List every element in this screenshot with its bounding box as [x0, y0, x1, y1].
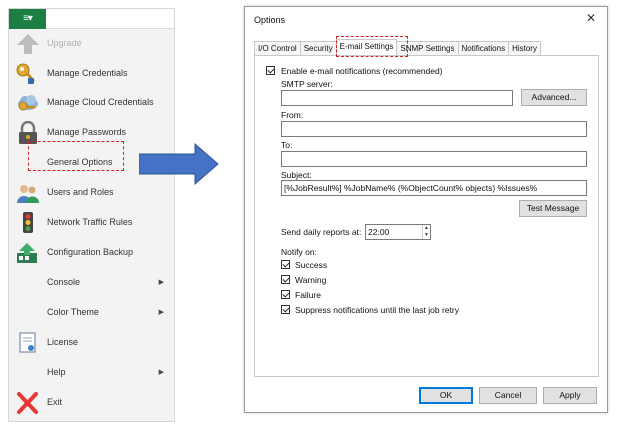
advanced-button[interactable]: Advanced...: [521, 89, 587, 106]
menu-item-license[interactable]: License: [9, 330, 174, 356]
general-options-highlight: [28, 141, 124, 171]
menu-item-label: Manage Passwords: [47, 127, 127, 137]
traffic-light-icon: [23, 212, 33, 233]
config-backup-icon: [17, 243, 37, 263]
key-icon: [16, 63, 35, 84]
exit-x-icon: [17, 392, 38, 414]
menu-item-network-traffic-rules[interactable]: Network Traffic Rules: [9, 210, 174, 236]
email-settings-panel: Enable e-mail notifications (recommended…: [254, 55, 599, 377]
daily-report-time-value: 22:00: [368, 227, 390, 237]
menu-item-manage-cloud-credentials[interactable]: Manage Cloud Credentials: [9, 90, 174, 116]
tab-security[interactable]: Security: [299, 41, 337, 55]
to-label: To:: [281, 140, 293, 150]
menu-item-exit[interactable]: Exit: [9, 390, 174, 416]
time-spinner[interactable]: ▲ ▼: [422, 225, 430, 239]
menu-item-label: Users and Roles: [47, 187, 114, 197]
notify-warning-label: Warning: [295, 275, 327, 285]
cloud-key-icon: [18, 95, 38, 111]
menu-item-label: Upgrade: [47, 38, 82, 48]
notify-success-label: Success: [295, 260, 328, 270]
menu-item-configuration-backup[interactable]: Configuration Backup: [9, 240, 174, 266]
menu-item-upgrade: Upgrade: [9, 31, 174, 57]
notify-failure-checkbox[interactable]: [281, 290, 290, 299]
notify-success-checkbox[interactable]: [281, 260, 290, 269]
to-input[interactable]: [281, 151, 587, 167]
dialog-title: Options: [254, 15, 286, 25]
screenshot-stage: ≡▾ Upgrade Manage Credentials Manage Clo…: [0, 0, 620, 430]
enable-email-checkbox[interactable]: [266, 66, 275, 75]
apply-button[interactable]: Apply: [543, 387, 597, 404]
chevron-right-icon: ▶: [158, 309, 164, 316]
tab-notifications[interactable]: Notifications: [457, 41, 510, 55]
menu-item-help[interactable]: Help ▶: [9, 360, 174, 386]
main-menu: ≡▾ Upgrade Manage Credentials Manage Clo…: [8, 8, 175, 422]
menu-item-manage-credentials[interactable]: Manage Credentials: [9, 61, 174, 87]
upgrade-arrow-icon: [17, 34, 39, 54]
enable-email-label: Enable e-mail notifications (recommended…: [281, 66, 443, 76]
main-menu-button[interactable]: ≡▾: [9, 9, 46, 29]
close-icon[interactable]: ✕: [583, 11, 599, 25]
menu-item-label: Exit: [47, 397, 63, 407]
menu-item-label: Manage Credentials: [47, 68, 128, 78]
from-label: From:: [281, 110, 304, 120]
menu-item-console[interactable]: Console ▶: [9, 270, 174, 296]
menu-item-color-theme[interactable]: Color Theme ▶: [9, 300, 174, 326]
subject-label: Subject:: [281, 170, 312, 180]
ok-button[interactable]: OK: [419, 387, 473, 404]
license-icon: [19, 332, 36, 353]
suppress-notifications-label: Suppress notifications until the last jo…: [295, 305, 459, 315]
menu-item-label: Configuration Backup: [47, 247, 134, 257]
notify-warning-checkbox[interactable]: [281, 275, 290, 284]
menu-item-label: Color Theme: [47, 307, 99, 317]
chevron-right-icon: ▶: [158, 369, 164, 376]
menu-item-label: Help: [47, 367, 66, 377]
menu-item-label: License: [47, 337, 79, 347]
subject-input[interactable]: [%JobResult%] %JobName% (%ObjectCount% o…: [281, 180, 587, 196]
email-tab-highlight: [336, 36, 408, 57]
spinner-down-icon[interactable]: ▼: [423, 232, 430, 239]
menu-item-label: Console: [47, 277, 81, 287]
suppress-notifications-checkbox[interactable]: [281, 305, 290, 314]
menu-top-bar: ≡▾: [9, 9, 174, 29]
from-input[interactable]: [281, 121, 587, 137]
menu-item-label: Manage Cloud Credentials: [47, 97, 154, 107]
tab-history[interactable]: History: [508, 41, 541, 55]
daily-report-time-input[interactable]: 22:00 ▲ ▼: [365, 224, 431, 240]
users-icon: [17, 185, 39, 203]
pointer-arrow-icon: [139, 143, 219, 185]
smtp-server-input[interactable]: [281, 90, 513, 106]
smtp-label: SMTP server:: [281, 79, 333, 89]
chevron-right-icon: ▶: [158, 279, 164, 286]
notify-failure-label: Failure: [295, 290, 321, 300]
cancel-button[interactable]: Cancel: [479, 387, 537, 404]
notify-on-label: Notify on:: [281, 247, 317, 257]
tab-io-control[interactable]: I/O Control: [254, 41, 301, 55]
daily-reports-label: Send daily reports at:: [281, 227, 362, 237]
options-dialog: Options ✕ I/O Control Security E-mail Se…: [244, 6, 608, 413]
spinner-up-icon[interactable]: ▲: [423, 225, 430, 232]
menu-item-label: Network Traffic Rules: [47, 217, 133, 227]
test-message-button[interactable]: Test Message: [519, 200, 587, 217]
